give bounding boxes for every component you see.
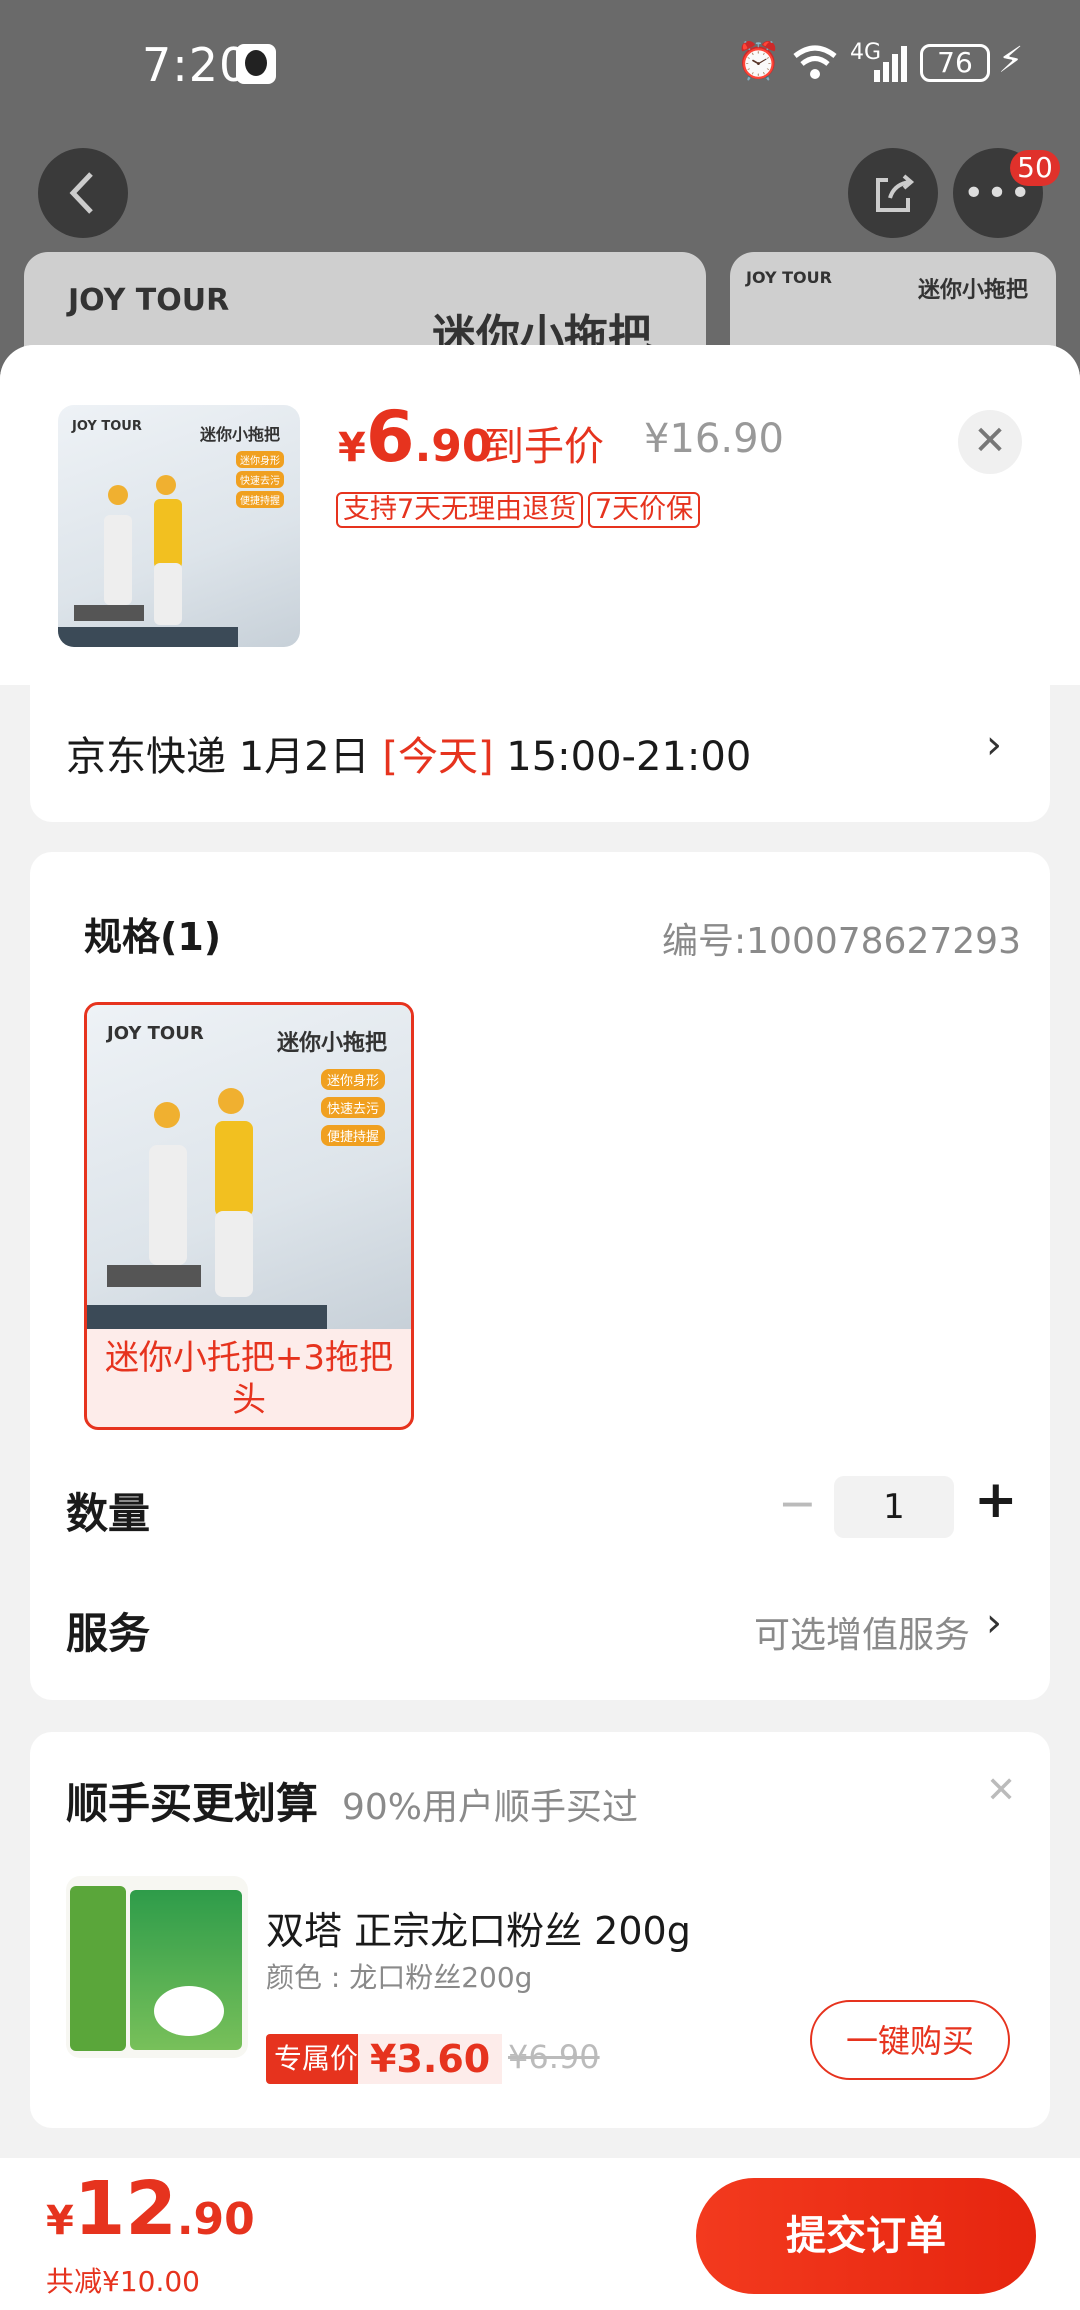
quantity-input[interactable]: 1 [834, 1476, 954, 1538]
thumb-tag: 迷你身形 [236, 451, 284, 468]
original-price: ¥16.90 [644, 416, 784, 462]
total-int: 12 [73, 2166, 177, 2252]
background-brand: JOY TOUR [68, 283, 230, 318]
addon-subtitle: 90%用户顺手买过 [342, 1787, 639, 1828]
background-title-2: 迷你小拖把 [918, 278, 1029, 303]
addon-noodle-illustration [154, 1986, 224, 2036]
spec-option-label: 迷你小托把+3拖把头 [104, 1338, 394, 1420]
spec-thumb-tag: 迷你身形 [321, 1069, 386, 1090]
thumb-title: 迷你小拖把 [200, 425, 281, 444]
message-badge: 50 [1010, 150, 1060, 186]
sku-number: 编号:100078627293 [662, 921, 1021, 962]
qq-notification-icon [236, 44, 276, 84]
price-dec: .90 [414, 421, 493, 472]
spec-option-selected[interactable]: JOY TOUR 迷你小拖把 迷你身形 快速去污 便捷持握 迷你小托把+3拖把头 [84, 1002, 414, 1430]
addon-original-price: ¥6.90 [508, 2038, 600, 2076]
signal-icon [872, 40, 912, 84]
share-button[interactable] [848, 148, 938, 238]
total-discount: 共减¥10.00 [46, 2265, 200, 2298]
submit-order-button[interactable]: 提交订单 [696, 2178, 1036, 2294]
close-icon: ✕ [973, 418, 1007, 464]
thumb-tag: 便捷持握 [236, 491, 284, 508]
price-block: ¥6.90 [338, 396, 493, 478]
charging-icon: ⚡ [998, 40, 1024, 81]
total-symbol: ¥ [46, 2198, 74, 2244]
delivery-today: [今天] [382, 734, 494, 780]
addon-close-icon[interactable]: ✕ [986, 1770, 1016, 1811]
exclusive-price-label: 专属价 [266, 2034, 367, 2084]
price-symbol: ¥ [338, 425, 366, 471]
background-brand-2: JOY TOUR [746, 268, 832, 287]
price-protect-tag: 7天价保 [588, 492, 701, 528]
spec-option-image: JOY TOUR 迷你小拖把 迷你身形 快速去污 便捷持握 [87, 1005, 411, 1329]
service-label: 服务 [66, 1609, 151, 1658]
product-thumbnail[interactable]: JOY TOUR 迷你小拖把 迷你身形 快速去污 便捷持握 [58, 405, 300, 647]
quantity-label: 数量 [66, 1489, 151, 1538]
addon-price: ¥3.60 [358, 2034, 503, 2084]
total-price: ¥12.90 [46, 2166, 255, 2252]
price-label: 到手价 [484, 424, 604, 470]
spec-thumb-brand: JOY TOUR [107, 1023, 204, 1044]
thumb-brand: JOY TOUR [72, 419, 142, 434]
delivery-date: 1月2日 [238, 734, 370, 780]
wifi-icon [790, 40, 840, 84]
mop-illustration [58, 475, 238, 647]
spec-mop-illustration [87, 1088, 327, 1329]
total-dec: .90 [176, 2194, 255, 2245]
spec-title: 规格(1) [84, 915, 222, 959]
spec-thumb-tag: 快速去污 [321, 1097, 386, 1118]
back-button[interactable] [38, 148, 128, 238]
delivery-carrier: 京东快递 [66, 734, 226, 780]
addon-title: 顺手买更划算 [66, 1779, 319, 1828]
delivery-window: 15:00-21:00 [506, 734, 752, 780]
status-bar: 7:20 ⏰ 4G 76 ⚡ [0, 0, 1080, 130]
quantity-increment-button[interactable]: + [974, 1470, 1018, 1530]
chevron-left-icon [69, 172, 93, 214]
price-int: 6 [365, 396, 415, 478]
delivery-chevron-icon: › [986, 722, 1002, 768]
addon-item-image[interactable] [66, 1876, 248, 2058]
status-time: 7:20 [142, 38, 250, 92]
thumb-tag: 快速去污 [236, 471, 284, 488]
service-chevron-icon: › [986, 1600, 1002, 1646]
alarm-icon: ⏰ [736, 41, 781, 82]
spec-thumb-tag: 便捷持握 [321, 1125, 386, 1146]
share-icon [876, 174, 915, 212]
close-button[interactable]: ✕ [958, 410, 1022, 474]
addon-item-variant: 颜色 : 龙口粉丝200g [266, 1961, 533, 1994]
quantity-decrement-button[interactable]: − [778, 1476, 817, 1530]
addon-pack-left [70, 1886, 126, 2051]
battery-indicator: 76 [920, 44, 990, 82]
service-value[interactable]: 可选增值服务 [754, 1606, 970, 1658]
return-policy-tag: 支持7天无理由退货 [336, 492, 584, 528]
addon-item-name[interactable]: 双塔 正宗龙口粉丝 200g [266, 1900, 691, 1955]
one-click-buy-button[interactable]: 一键购买 [810, 2000, 1010, 2080]
delivery-text: 京东快递 1月2日 [今天] 15:00-21:00 [66, 724, 751, 782]
spec-thumb-title: 迷你小拖把 [277, 1031, 388, 1056]
